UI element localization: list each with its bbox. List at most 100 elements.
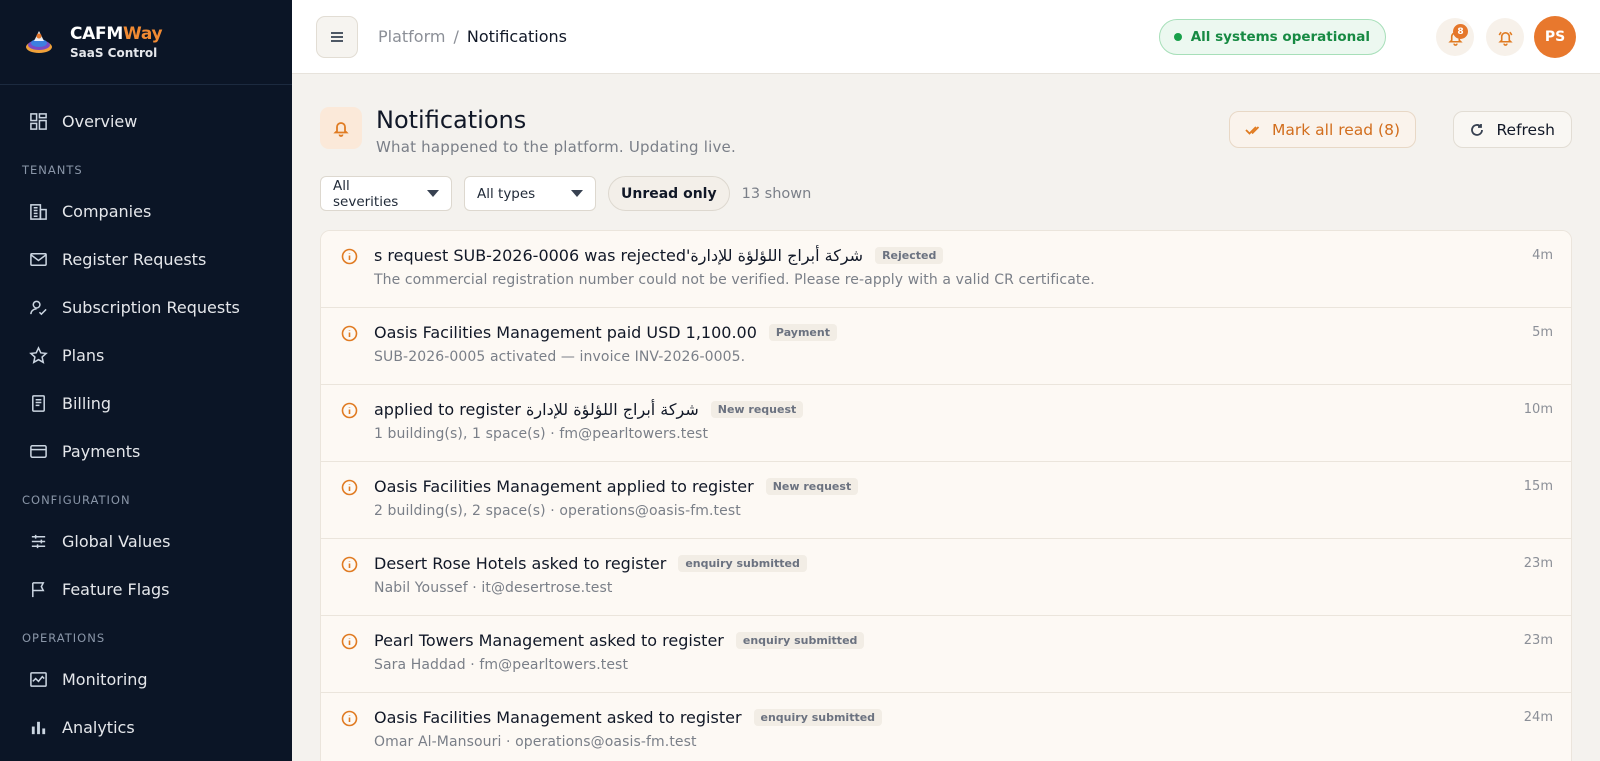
avatar[interactable]: PS	[1534, 16, 1576, 58]
sliders-icon	[28, 531, 48, 551]
chevron-down-icon	[427, 190, 439, 197]
notification-time: 23m	[1523, 556, 1553, 571]
notification-tag: Payment	[768, 324, 837, 341]
notification-description: SUB-2026-0005 activated — invoice INV-20…	[374, 349, 746, 365]
system-status-label: All systems operational	[1190, 29, 1370, 45]
refresh-button[interactable]: Refresh	[1453, 111, 1572, 148]
sidebar-item-payments[interactable]: Payments	[0, 427, 292, 475]
dashboard-icon	[28, 111, 48, 131]
page-header: Notifications What happened to the platf…	[320, 104, 736, 156]
nav-section-tenants: TENANTS	[22, 163, 83, 177]
mark-all-read-button[interactable]: Mark all read (8)	[1229, 111, 1416, 148]
sidebar-item-global-values[interactable]: Global Values	[0, 517, 292, 565]
flag-icon	[28, 579, 48, 599]
severity-select[interactable]: All severities	[320, 176, 452, 211]
breadcrumb-current: Notifications	[466, 27, 568, 46]
breadcrumb-separator: /	[453, 27, 459, 46]
notification-title: Pearl Towers Management asked to registe…	[374, 631, 724, 650]
type-select-value: All types	[477, 185, 536, 202]
system-status-badge[interactable]: All systems operational	[1158, 19, 1386, 55]
notification-tag: New request	[710, 401, 804, 418]
refresh-icon	[1471, 123, 1484, 136]
notifications-button[interactable]: 8	[1436, 18, 1474, 56]
notification-tag: New request	[765, 478, 859, 495]
notification-description: 1 building(s), 1 space(s) · fm@pearltowe…	[374, 426, 709, 442]
sidebar-item-label: Plans	[62, 345, 105, 365]
brand-name: CAFMWay	[70, 24, 163, 44]
brand-logo-icon	[26, 31, 52, 53]
notification-time: 5m	[1532, 325, 1553, 340]
bell-ring-icon	[1497, 31, 1513, 46]
building-icon	[28, 201, 48, 221]
shown-count: 13 shown	[741, 185, 812, 202]
chevron-down-icon	[571, 190, 583, 197]
info-icon	[341, 556, 358, 573]
page-title: Notifications	[376, 106, 527, 134]
breadcrumb-parent[interactable]: Platform	[378, 27, 445, 46]
star-icon	[28, 345, 48, 365]
nav-section-operations: OPERATIONS	[22, 631, 106, 645]
unread-only-toggle[interactable]: Unread only	[608, 176, 730, 211]
brand[interactable]: CAFMWay SaaS Control	[0, 0, 292, 85]
notification-title: Desert Rose Hotels asked to register	[374, 554, 667, 573]
notification-row[interactable]: شركة أبراج اللؤلؤة للإدارة applied to re…	[321, 385, 1571, 462]
notification-description: Sara Haddad · fm@pearltowers.test	[374, 657, 629, 673]
sidebar-item-subscription-requests[interactable]: Subscription Requests	[0, 283, 292, 331]
sidebar-item-label: Subscription Requests	[62, 297, 240, 317]
sidebar-item-label: Payments	[62, 441, 141, 461]
info-icon	[341, 325, 358, 342]
notification-time: 15m	[1523, 479, 1553, 494]
notification-time: 4m	[1532, 248, 1553, 263]
page-subtitle: What happened to the platform. Updating …	[376, 138, 736, 156]
double-check-icon	[1245, 125, 1260, 135]
sidebar-item-analytics[interactable]: Analytics	[0, 703, 292, 751]
notification-description: Omar Al-Mansouri · operations@oasis-fm.t…	[374, 734, 697, 750]
mark-all-read-label: Mark all read (8)	[1272, 120, 1400, 139]
sidebar-nav: Overview TENANTS Companies Register Requ…	[0, 85, 292, 751]
notification-row[interactable]: Pearl Towers Management asked to registe…	[321, 616, 1571, 693]
notification-title: Oasis Facilities Management asked to reg…	[374, 708, 742, 727]
sidebar-item-label: Billing	[62, 393, 112, 413]
type-select[interactable]: All types	[464, 176, 596, 211]
bar-chart-icon	[28, 717, 48, 737]
notification-row[interactable]: Oasis Facilities Management applied to r…	[321, 462, 1571, 539]
nav-section-configuration: CONFIGURATION	[22, 493, 131, 507]
notification-row[interactable]: Desert Rose Hotels asked to register enqu…	[321, 539, 1571, 616]
info-icon	[341, 710, 358, 727]
notification-row[interactable]: Oasis Facilities Management paid USD 1,1…	[321, 308, 1571, 385]
sidebar-item-plans[interactable]: Plans	[0, 331, 292, 379]
notification-tag: enquiry submitted	[753, 709, 883, 726]
credit-card-icon	[28, 441, 48, 461]
notification-title: Oasis Facilities Management applied to r…	[374, 477, 754, 496]
status-dot	[1173, 33, 1182, 41]
notification-row[interactable]: Oasis Facilities Management asked to reg…	[321, 693, 1571, 761]
notification-tag: enquiry submitted	[735, 632, 865, 649]
sidebar-item-feature-flags[interactable]: Feature Flags	[0, 565, 292, 613]
sidebar-item-label: Feature Flags	[62, 579, 170, 599]
notification-time: 23m	[1523, 633, 1553, 648]
sidebar-item-register-requests[interactable]: Register Requests	[0, 235, 292, 283]
notification-row[interactable]: شركة أبراج اللؤلؤة للإدارة's request SUB…	[321, 231, 1571, 308]
sidebar-item-overview[interactable]: Overview	[0, 97, 292, 145]
receipt-icon	[28, 393, 48, 413]
notification-title: شركة أبراج اللؤلؤة للإدارة's request SUB…	[374, 246, 864, 265]
notification-list: شركة أبراج اللؤلؤة للإدارة's request SUB…	[320, 230, 1572, 761]
notification-title: شركة أبراج اللؤلؤة للإدارة applied to re…	[374, 400, 699, 419]
sidebar-item-label: Overview	[62, 111, 138, 131]
notification-time: 10m	[1523, 402, 1553, 417]
sidebar: CAFMWay SaaS Control Overview TENANTS Co…	[0, 0, 292, 761]
sidebar-item-billing[interactable]: Billing	[0, 379, 292, 427]
sidebar-item-label: Companies	[62, 201, 152, 221]
alerts-button[interactable]	[1486, 18, 1524, 56]
bell-icon	[320, 107, 362, 149]
sidebar-item-companies[interactable]: Companies	[0, 187, 292, 235]
notification-count-badge: 8	[1453, 24, 1468, 39]
severity-select-value: All severities	[333, 177, 399, 210]
sidebar-item-label: Monitoring	[62, 669, 148, 689]
user-check-icon	[28, 297, 48, 317]
activity-icon	[28, 669, 48, 689]
mail-inbox-icon	[28, 249, 48, 269]
sidebar-item-monitoring[interactable]: Monitoring	[0, 655, 292, 703]
menu-toggle-button[interactable]	[316, 15, 358, 58]
notification-description: The commercial registration number could…	[374, 272, 1095, 288]
